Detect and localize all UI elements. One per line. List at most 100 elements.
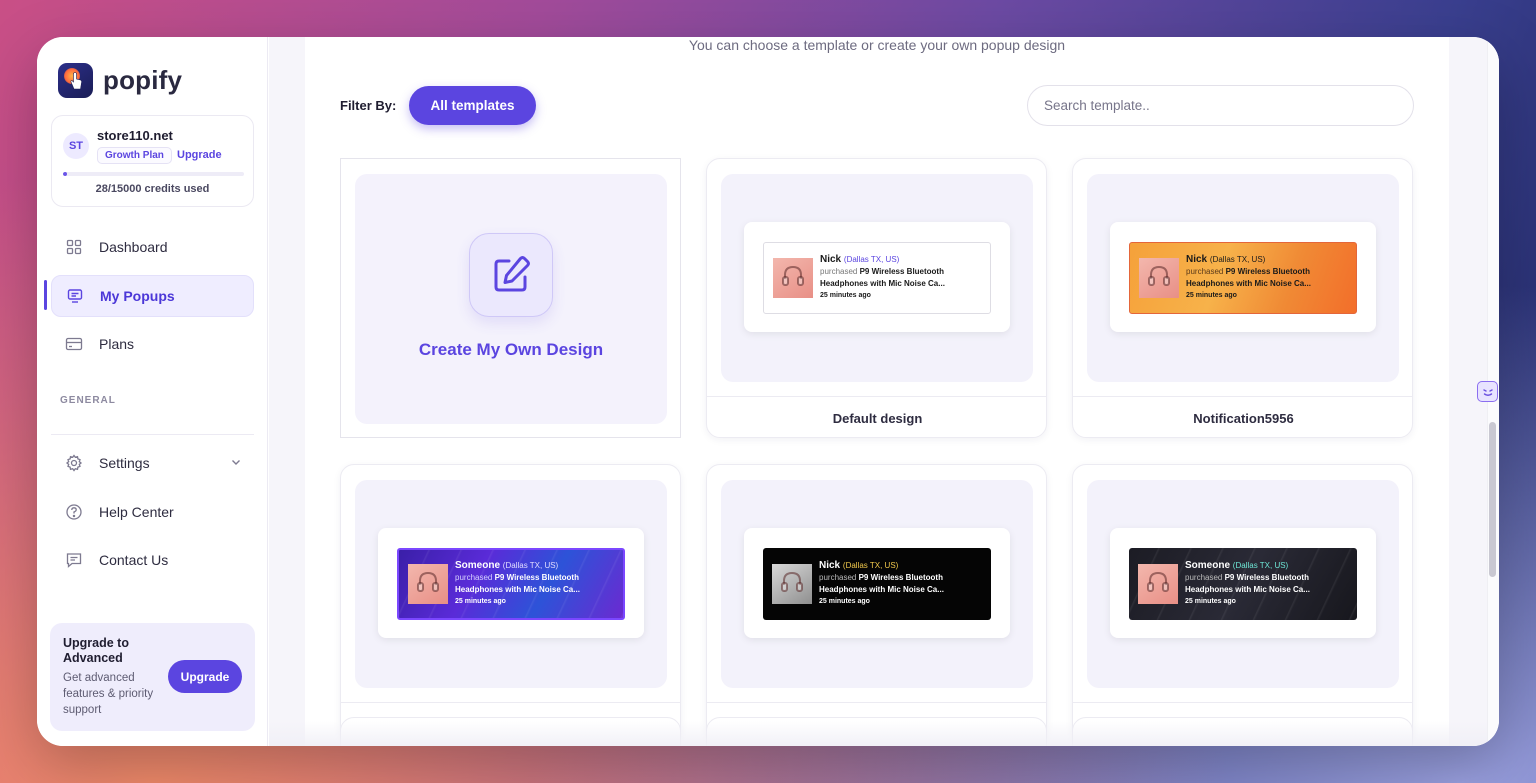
- product-thumbnail: [773, 258, 813, 298]
- notification-text: Nick (Dallas TX, US) purchased P9 Wireles…: [819, 560, 944, 608]
- purchase-time: 25 minutes ago: [1185, 598, 1236, 605]
- notification-preview: Someone (Dallas TX, US) purchased P9 Wire…: [397, 548, 625, 620]
- support-chat-widget[interactable]: [1477, 381, 1498, 402]
- notification-text: Nick (Dallas TX, US) purchased P9 Wireles…: [820, 254, 945, 302]
- sidebar-item-help-center[interactable]: Help Center: [51, 491, 254, 533]
- sidebar-item-label: My Popups: [100, 288, 175, 304]
- section-label-general: GENERAL: [60, 395, 116, 406]
- purchase-time: 25 minutes ago: [820, 292, 871, 299]
- product-name-line2: Headphones with Mic Noise Ca...: [1186, 279, 1311, 288]
- notification-preview: Nick (Dallas TX, US) purchased P9 Wireles…: [763, 548, 991, 620]
- notification-text: Nick (Dallas TX, US) purchased P9 Wireles…: [1186, 254, 1311, 302]
- plan-badge: Growth Plan: [97, 147, 172, 164]
- store-card: ST store110.net Growth Plan Upgrade 28/1…: [51, 115, 254, 207]
- upgrade-link[interactable]: Upgrade: [177, 149, 222, 161]
- template-card[interactable]: Nick (Dallas TX, US) purchased P9 Wireles…: [706, 158, 1047, 438]
- purchased-label: purchased: [819, 573, 857, 582]
- create-own-design-card[interactable]: Create My Own Design: [340, 158, 681, 438]
- search-template-input[interactable]: [1027, 85, 1414, 126]
- upgrade-card-description: Get advanced features & priority support: [63, 672, 154, 716]
- notification-preview: Someone (Dallas TX, US) purchased P9 Wire…: [1129, 548, 1357, 620]
- purchased-label: purchased: [1186, 267, 1224, 276]
- product-name-line2: Headphones with Mic Noise Ca...: [455, 585, 580, 594]
- store-name: store110.net: [97, 128, 173, 143]
- edit-icon: [469, 233, 553, 317]
- template-card[interactable]: Someone (Dallas TX, US) purchased P9 Wire…: [1072, 464, 1413, 744]
- purchased-label: purchased: [820, 267, 858, 276]
- sidebar-item-label: Settings: [99, 455, 150, 471]
- purchased-label: purchased: [1185, 573, 1223, 582]
- headphones-icon: [779, 569, 805, 600]
- credits-progress-fill: [63, 172, 67, 176]
- template-card[interactable]: Nick (Dallas TX, US) purchased P9 Wireles…: [1072, 158, 1413, 438]
- product-name-line1: P9 Wireless Bluetooth: [1224, 573, 1309, 582]
- buyer-location: (Dallas TX, US): [502, 561, 559, 570]
- template-preview-frame: Someone (Dallas TX, US) purchased P9 Wire…: [1110, 528, 1376, 638]
- popup-icon: [65, 286, 85, 306]
- template-preview-area: Someone (Dallas TX, US) purchased P9 Wire…: [1087, 480, 1399, 688]
- sidebar-item-settings[interactable]: Settings: [51, 442, 254, 484]
- template-preview-frame: Nick (Dallas TX, US) purchased P9 Wireles…: [744, 528, 1010, 638]
- buyer-name: Nick: [819, 560, 841, 571]
- template-preview-area: Nick (Dallas TX, US) purchased P9 Wireles…: [721, 480, 1033, 688]
- active-nav-indicator: [44, 280, 47, 310]
- scroll-fade: [269, 721, 1499, 746]
- buyer-location: (Dallas TX, US): [1209, 255, 1266, 264]
- filter-label: Filter By:: [340, 98, 397, 113]
- product-name-line2: Headphones with Mic Noise Ca...: [1185, 585, 1310, 594]
- template-name: Notification5956: [1073, 396, 1412, 437]
- grid-icon: [64, 237, 84, 257]
- buyer-name: Someone: [1185, 560, 1231, 571]
- template-preview-area: Nick (Dallas TX, US) purchased P9 Wireles…: [721, 174, 1033, 382]
- template-preview-area: Nick (Dallas TX, US) purchased P9 Wireles…: [1087, 174, 1399, 382]
- upgrade-card: Upgrade to Advanced Get advanced feature…: [50, 623, 255, 731]
- sidebar-item-label: Contact Us: [99, 552, 169, 568]
- notification-preview: Nick (Dallas TX, US) purchased P9 Wireles…: [763, 242, 991, 314]
- product-thumbnail: [408, 564, 448, 604]
- sidebar: popify ST store110.net Growth Plan Upgra…: [37, 37, 268, 746]
- template-card[interactable]: Someone (Dallas TX, US) purchased P9 Wire…: [340, 464, 681, 744]
- buyer-location: (Dallas TX, US): [843, 255, 900, 264]
- templates-panel: You can choose a template or create your…: [305, 37, 1449, 746]
- product-name-line1: P9 Wireless Bluetooth: [858, 573, 943, 582]
- page-subtitle: You can choose a template or create your…: [688, 37, 1066, 53]
- credits-progress-bar: [63, 172, 244, 176]
- buyer-location: (Dallas TX, US): [842, 561, 899, 570]
- template-preview-frame: Someone (Dallas TX, US) purchased P9 Wire…: [378, 528, 644, 638]
- store-avatar: ST: [63, 133, 89, 159]
- product-name-line1: P9 Wireless Bluetooth: [494, 573, 579, 582]
- template-card[interactable]: Nick (Dallas TX, US) purchased P9 Wireles…: [706, 464, 1047, 744]
- product-name-line1: P9 Wireless Bluetooth: [1225, 267, 1310, 276]
- notification-text: Someone (Dallas TX, US) purchased P9 Wire…: [1185, 560, 1310, 608]
- sidebar-item-plans[interactable]: Plans: [51, 323, 254, 365]
- purchase-time: 25 minutes ago: [819, 598, 870, 605]
- buyer-location: (Dallas TX, US): [1232, 561, 1289, 570]
- product-thumbnail: [772, 564, 812, 604]
- buyer-name: Nick: [1186, 254, 1208, 265]
- create-own-design-label: Create My Own Design: [418, 340, 604, 359]
- notification-preview: Nick (Dallas TX, US) purchased P9 Wireles…: [1129, 242, 1357, 314]
- popify-logo-icon: [58, 63, 93, 98]
- headphones-icon: [415, 569, 441, 600]
- headphones-icon: [1145, 569, 1171, 600]
- scrollbar-thumb[interactable]: [1489, 422, 1496, 577]
- purchased-label: purchased: [455, 573, 493, 582]
- brand-logo[interactable]: popify: [58, 63, 182, 98]
- buyer-name: Someone: [455, 560, 501, 571]
- sidebar-item-dashboard[interactable]: Dashboard: [51, 226, 254, 268]
- upgrade-button[interactable]: Upgrade: [168, 660, 242, 693]
- product-thumbnail: [1139, 258, 1179, 298]
- sidebar-item-label: Plans: [99, 336, 135, 352]
- product-name-line2: Headphones with Mic Noise Ca...: [820, 279, 945, 288]
- headphones-icon: [780, 263, 806, 294]
- template-preview-area: Someone (Dallas TX, US) purchased P9 Wire…: [355, 480, 667, 688]
- chevron-down-icon: [230, 455, 242, 471]
- template-preview-frame: Nick (Dallas TX, US) purchased P9 Wireles…: [744, 222, 1010, 332]
- filter-all-templates-button[interactable]: All templates: [409, 86, 536, 125]
- upgrade-card-title: Upgrade to Advanced: [63, 636, 129, 665]
- template-preview-frame: Nick (Dallas TX, US) purchased P9 Wireles…: [1110, 222, 1376, 332]
- buyer-name: Nick: [820, 254, 842, 265]
- section-divider: [51, 434, 254, 435]
- sidebar-item-my-popups[interactable]: My Popups: [51, 275, 254, 317]
- sidebar-item-contact-us[interactable]: Contact Us: [51, 539, 254, 581]
